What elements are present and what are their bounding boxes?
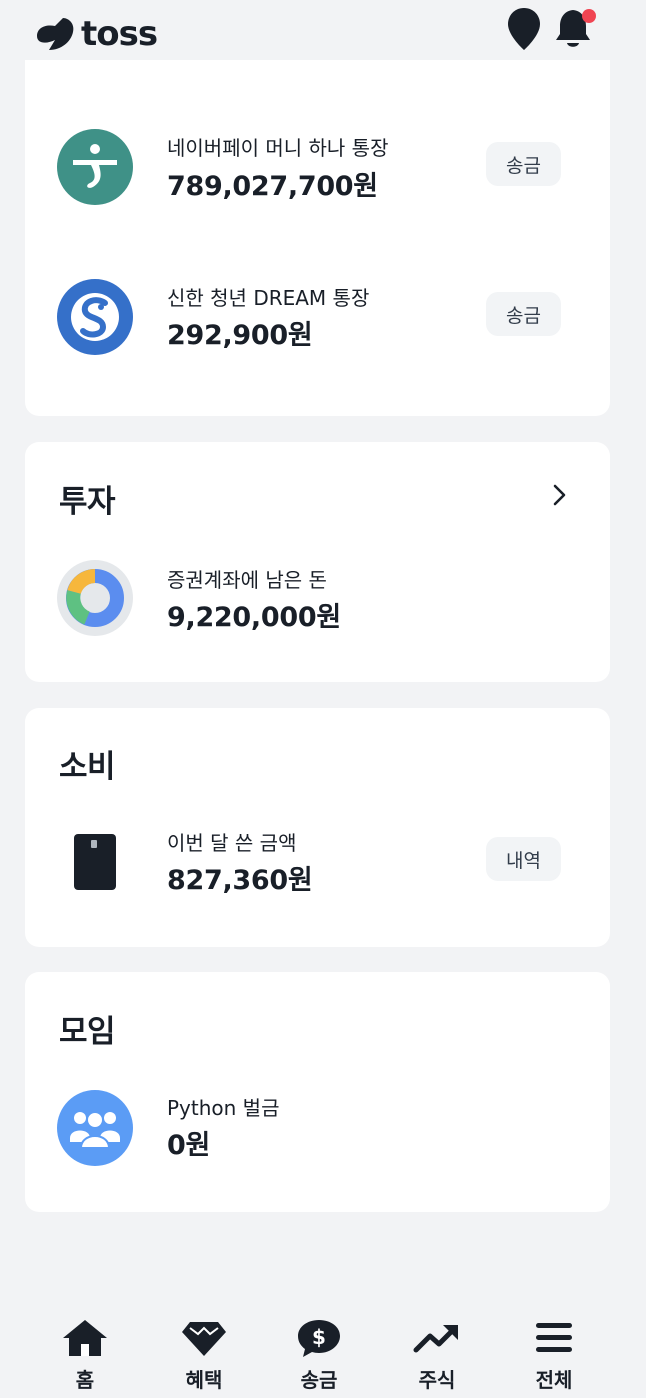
tab-all[interactable]: 전체 bbox=[509, 1318, 599, 1393]
account-balance: 789,027,700원 bbox=[167, 171, 378, 202]
svg-text:$: $ bbox=[312, 1325, 326, 1349]
invest-item-label: 증권계좌에 남은 돈 bbox=[167, 568, 327, 592]
card-icon bbox=[57, 824, 133, 900]
bell-icon[interactable] bbox=[552, 6, 598, 52]
shinhan-bank-icon bbox=[57, 279, 133, 355]
invest-card[interactable]: 투자 증권계좌에 남은 돈 9,220,000원 bbox=[25, 442, 610, 682]
dollar-chat-icon: $ bbox=[298, 1320, 340, 1357]
tab-label: 송금 bbox=[300, 1368, 338, 1392]
section-title-invest: 투자 bbox=[59, 484, 116, 520]
spend-card: 소비 이번 달 쓴 금액 827,360원 내역 bbox=[25, 708, 610, 947]
tab-label: 혜택 bbox=[185, 1368, 223, 1392]
account-name: 네이버페이 머니 하나 통장 bbox=[167, 136, 389, 160]
transfer-button[interactable]: 송금 bbox=[486, 142, 561, 186]
tab-label: 전체 bbox=[535, 1368, 573, 1392]
invest-item-amount: 9,220,000원 bbox=[167, 602, 341, 633]
group-card: 모임 Python 벌금 0원 bbox=[25, 972, 610, 1212]
tab-label: 주식 bbox=[418, 1368, 456, 1392]
app-header: toss bbox=[25, 0, 610, 66]
home-icon bbox=[63, 1320, 107, 1356]
spend-item-label: 이번 달 쓴 금액 bbox=[167, 831, 297, 855]
bottom-tab-bar: 홈 혜택 $ 송금 주식 전체 bbox=[25, 1300, 610, 1398]
tab-home[interactable]: 홈 bbox=[40, 1318, 130, 1393]
tab-benefits[interactable]: 혜택 bbox=[159, 1318, 249, 1393]
people-icon bbox=[57, 1090, 133, 1166]
group-item-label: Python 벌금 bbox=[167, 1096, 280, 1120]
spend-item-amount: 827,360원 bbox=[167, 865, 313, 896]
account-balance: 292,900원 bbox=[167, 320, 313, 351]
tab-stocks[interactable]: 주식 bbox=[392, 1318, 482, 1393]
history-button[interactable]: 내역 bbox=[486, 837, 561, 881]
section-title-group: 모임 bbox=[59, 1014, 116, 1050]
tab-transfer[interactable]: $ 송금 bbox=[274, 1318, 364, 1393]
transfer-button[interactable]: 송금 bbox=[486, 292, 561, 336]
toss-logo[interactable]: toss bbox=[33, 14, 158, 54]
menu-icon bbox=[536, 1323, 572, 1352]
chevron-right-icon[interactable] bbox=[549, 482, 571, 508]
group-item-amount: 0원 bbox=[167, 1130, 211, 1161]
location-pin-icon[interactable] bbox=[505, 6, 543, 52]
donut-chart-icon bbox=[57, 560, 133, 636]
gem-icon bbox=[182, 1322, 226, 1356]
account-name: 신한 청년 DREAM 통장 bbox=[167, 286, 370, 310]
section-title-spend: 소비 bbox=[59, 749, 116, 785]
logo-text: toss bbox=[81, 14, 158, 54]
hana-bank-icon bbox=[57, 129, 133, 205]
accounts-card: 네이버페이 머니 하나 통장 789,027,700원 송금 신한 청년 DRE… bbox=[25, 60, 610, 416]
toss-logo-icon bbox=[37, 18, 74, 50]
tab-label: 홈 bbox=[75, 1368, 95, 1392]
trending-up-icon bbox=[413, 1325, 458, 1353]
notification-dot bbox=[582, 9, 596, 23]
